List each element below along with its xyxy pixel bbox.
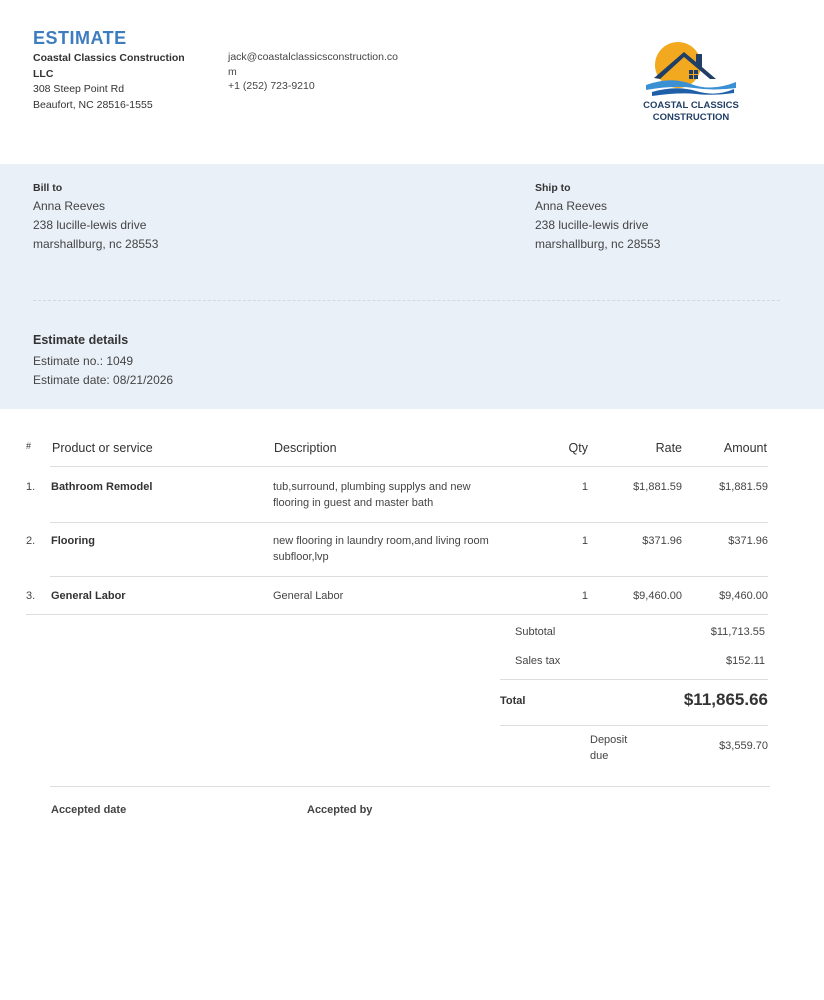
row-3-rule — [26, 614, 768, 615]
row-3-qty: 1 — [581, 590, 588, 602]
row-2-product: Flooring — [51, 535, 95, 547]
header-num: # — [26, 441, 32, 451]
estimate-details-label: Estimate details — [33, 333, 129, 347]
total-value: $11,865.66 — [683, 690, 768, 709]
logo-house-icon — [646, 42, 736, 96]
row-3-rate: $9,460.00 — [633, 590, 682, 602]
row-2-num: 2. — [26, 535, 36, 547]
bill-to-label: Bill to — [33, 182, 63, 194]
row-3-product: General Labor — [51, 590, 126, 602]
row-2-qty: 1 — [581, 535, 588, 547]
row-2-description: new flooring in laundry room,and living … — [273, 535, 489, 563]
band-divider — [33, 300, 780, 301]
total-label: Total — [500, 695, 526, 707]
row-3-description: General Labor — [273, 590, 344, 602]
ship-to-line1: 238 lucille-lewis drive — [535, 218, 649, 232]
deposit-due-value: $3,559.70 — [719, 740, 768, 752]
bill-to-name: Anna Reeves — [33, 199, 106, 213]
company-address-line2: Beaufort, NC 28516-1555 — [33, 98, 153, 111]
subtotal-label: Subtotal — [515, 626, 556, 638]
header-rule — [50, 466, 768, 467]
acceptance-rule — [50, 786, 770, 787]
deposit-due-label: Deposit due — [590, 734, 628, 762]
company-phone: +1 (252) 723-9210 — [228, 80, 315, 92]
accepted-date-label: Accepted date — [51, 804, 127, 816]
sales-tax-label: Sales tax — [515, 655, 561, 667]
estimate-details-block: Estimate details Estimate no.: 1049 Esti… — [33, 330, 173, 390]
company-email: jack@coastalclassicsconstruction.com — [228, 51, 398, 78]
company-contact: jack@coastalclassicsconstruction.com +1 … — [228, 50, 400, 94]
customer-band: Bill to Anna Reeves 238 lucille-lewis dr… — [0, 164, 824, 409]
header-product: Product or service — [52, 441, 153, 455]
row-1-description: tub,surround, plumbing supplys and new f… — [273, 481, 471, 509]
row-3-amount: $9,460.00 — [719, 590, 768, 602]
row-2-rule — [50, 576, 768, 577]
header-amount: Amount — [723, 441, 767, 455]
company-block: Coastal Classics Construction LLC 308 St… — [33, 51, 203, 113]
row-1-num: 1. — [26, 481, 36, 493]
header-rate: Rate — [655, 441, 682, 455]
total-rule-bottom — [500, 725, 768, 726]
row-1-rule — [50, 522, 768, 523]
document-title: ESTIMATE — [33, 28, 127, 48]
row-1-product: Bathroom Remodel — [51, 481, 153, 493]
estimate-date: Estimate date: 08/21/2026 — [33, 373, 174, 387]
row-3-num: 3. — [26, 590, 36, 602]
header-qty: Qty — [568, 441, 588, 455]
sales-tax-value: $152.11 — [726, 655, 765, 667]
bill-to-line2: marshallburg, nc 28553 — [33, 237, 159, 251]
ship-to-line2: marshallburg, nc 28553 — [535, 237, 661, 251]
row-1-amount: $1,881.59 — [719, 481, 768, 493]
company-logo: COASTAL CLASSICS CONSTRUCTION — [636, 38, 746, 130]
row-1-rate: $1,881.59 — [633, 481, 682, 493]
subtotal-value: $11,713.55 — [710, 626, 765, 638]
company-address-line1: 308 Steep Point Rd — [33, 83, 125, 95]
accepted-by-label: Accepted by — [307, 804, 373, 816]
row-2-amount: $371.96 — [728, 535, 768, 547]
logo-wordmark: COASTAL CLASSICS CONSTRUCTION — [643, 100, 739, 123]
bill-to-line1: 238 lucille-lewis drive — [33, 218, 147, 232]
row-1-qty: 1 — [581, 481, 588, 493]
ship-to-label: Ship to — [535, 182, 571, 194]
bill-to-block: Bill to Anna Reeves 238 lucille-lewis dr… — [33, 181, 158, 254]
total-rule-top — [500, 679, 768, 680]
row-2-rate: $371.96 — [642, 535, 682, 547]
ship-to-name: Anna Reeves — [535, 199, 608, 213]
header-description: Description — [274, 441, 337, 455]
estimate-number: Estimate no.: 1049 — [33, 354, 134, 368]
company-name: Coastal Classics Construction LLC — [33, 52, 185, 80]
ship-to-block: Ship to Anna Reeves 238 lucille-lewis dr… — [535, 181, 660, 254]
